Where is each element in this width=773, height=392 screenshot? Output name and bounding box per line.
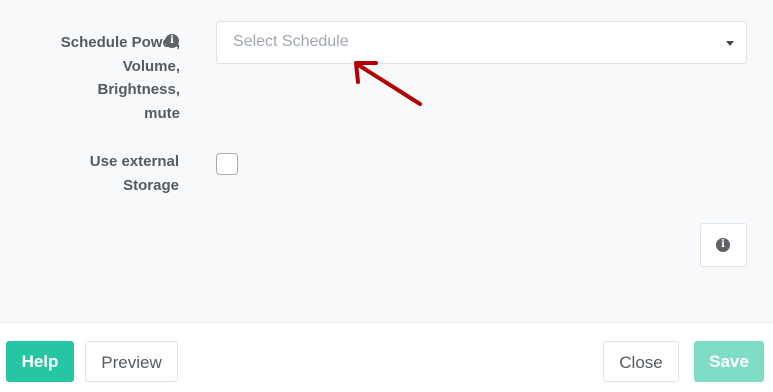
- chevron-down-icon: [726, 41, 734, 46]
- schedule-label-line-3: Brightness,: [97, 81, 180, 98]
- preview-button[interactable]: Preview: [85, 341, 178, 382]
- close-button[interactable]: Close: [603, 341, 679, 382]
- info-button[interactable]: i: [700, 223, 747, 267]
- schedule-select[interactable]: Select Schedule: [216, 21, 747, 64]
- save-button[interactable]: Save: [694, 341, 764, 382]
- schedule-label-line-4: mute: [144, 104, 180, 122]
- help-button[interactable]: Help: [6, 341, 74, 382]
- storage-label-line-1: Use external: [89, 153, 179, 170]
- schedule-label-line-2: Volume,: [122, 57, 180, 75]
- storage-label-line-2: Storage: [123, 176, 179, 194]
- schedule-label-line-1: Schedule Power,: [60, 34, 180, 51]
- schedule-select-placeholder: Select Schedule: [233, 33, 349, 50]
- info-icon: i: [716, 238, 730, 252]
- info-icon[interactable]: i: [165, 34, 179, 48]
- schedule-label: Schedule Power, Volume, Brightness, mute: [20, 31, 180, 125]
- form-panel: Schedule Power, Volume, Brightness, mute…: [0, 0, 773, 322]
- footer-divider: [0, 322, 773, 323]
- external-storage-checkbox[interactable]: [216, 153, 238, 175]
- storage-label: Use external Storage: [20, 150, 179, 197]
- annotation-arrow: [354, 61, 422, 106]
